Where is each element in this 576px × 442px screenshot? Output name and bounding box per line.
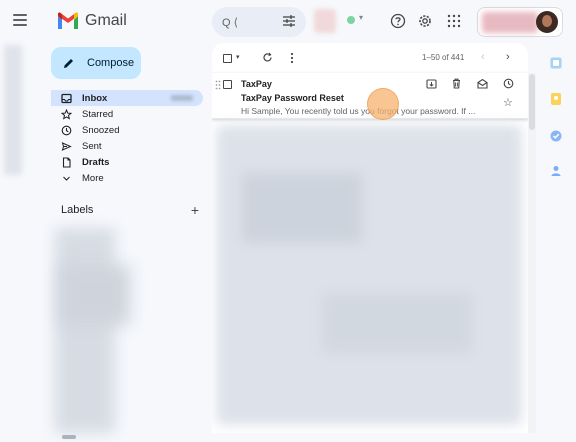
- tasks-icon[interactable]: [549, 129, 563, 143]
- settings-icon[interactable]: [417, 13, 433, 29]
- keep-icon[interactable]: [549, 92, 563, 106]
- draft-icon: [62, 156, 71, 168]
- app-rail: [0, 0, 42, 442]
- account-switcher[interactable]: [477, 7, 563, 37]
- labels-header: Labels +: [61, 203, 199, 217]
- calendar-icon[interactable]: [549, 56, 563, 70]
- sidebar-item-snoozed[interactable]: Snoozed: [51, 122, 203, 138]
- trash-icon[interactable]: [451, 78, 462, 89]
- sidebar-item-starred[interactable]: Starred: [51, 106, 203, 122]
- status-caret-icon[interactable]: ▾: [359, 13, 363, 22]
- prev-page-icon[interactable]: ‹: [481, 51, 485, 63]
- blurred-account-info: [482, 12, 538, 33]
- bottom-indicator: [62, 435, 76, 439]
- sidebar-item-inbox[interactable]: Inbox: [51, 90, 203, 106]
- sidebar-item-label: Starred: [82, 108, 114, 120]
- app-name: Gmail: [85, 12, 127, 29]
- filter-icon[interactable]: [282, 14, 296, 28]
- gmail-logo[interactable]: Gmail: [57, 12, 127, 30]
- sidebar-item-label: Sent: [82, 140, 102, 152]
- send-icon: [61, 141, 72, 151]
- blurred-email-list-3: [322, 293, 472, 353]
- gmail-m-icon: [58, 12, 78, 29]
- search-text: Q ⟨: [222, 16, 238, 29]
- clock-icon: [61, 125, 72, 135]
- add-label-icon[interactable]: +: [191, 203, 199, 217]
- select-all-checkbox[interactable]: [223, 54, 232, 63]
- inbox-icon: [61, 93, 72, 103]
- sidebar-item-label: Inbox: [82, 92, 108, 104]
- more-vert-icon[interactable]: [290, 52, 294, 64]
- click-indicator: [367, 88, 399, 120]
- compose-button[interactable]: Compose: [51, 47, 141, 79]
- rail-blurred-content: [4, 45, 22, 175]
- scrollbar-thumb[interactable]: [529, 74, 535, 130]
- side-panel: [540, 43, 576, 442]
- blurred-email-list: [216, 125, 522, 425]
- pagination-text: 1–50 of 441: [422, 53, 465, 62]
- drag-handle-icon[interactable]: [215, 80, 221, 90]
- sidebar-nav: Inbox Starred Snoozed Sent Drafts More: [51, 90, 203, 186]
- email-checkbox[interactable]: [223, 80, 232, 89]
- next-page-icon[interactable]: ›: [506, 51, 510, 63]
- chevron-down-icon: [63, 176, 70, 181]
- blurred-email-list-2: [242, 173, 362, 243]
- contacts-icon[interactable]: [549, 164, 563, 178]
- sidebar-item-drafts[interactable]: Drafts: [51, 154, 203, 170]
- select-caret-icon[interactable]: ▾: [236, 53, 240, 61]
- sidebar-item-sent[interactable]: Sent: [51, 138, 203, 154]
- inbox-count-badge: [171, 95, 193, 101]
- avatar[interactable]: [536, 11, 558, 33]
- labels-title: Labels: [61, 204, 94, 216]
- snooze-icon[interactable]: [503, 78, 514, 89]
- help-icon[interactable]: [390, 13, 406, 29]
- compose-label: Compose: [87, 57, 135, 69]
- blurred-header-item: [314, 9, 336, 33]
- email-subject: TaxPay Password Reset: [241, 93, 344, 103]
- star-toggle-icon[interactable]: ☆: [503, 96, 513, 109]
- sidebar-item-label: More: [82, 172, 104, 184]
- archive-icon[interactable]: [426, 78, 437, 89]
- star-icon: [61, 108, 72, 120]
- labels-blurred-list: [55, 228, 115, 433]
- pencil-icon: [64, 58, 73, 68]
- sidebar-item-label: Drafts: [82, 156, 110, 168]
- labels-blurred-list-2: [60, 265, 130, 325]
- email-sender: TaxPay: [241, 79, 272, 89]
- menu-icon[interactable]: [13, 14, 27, 26]
- sidebar-item-more[interactable]: More: [51, 170, 203, 186]
- refresh-icon[interactable]: [262, 52, 273, 63]
- mail-toolbar: ▾ 1–50 of 441 ‹ ›: [212, 43, 528, 73]
- apps-icon[interactable]: [446, 13, 462, 29]
- status-dot-icon[interactable]: [347, 16, 355, 24]
- sidebar-item-label: Snoozed: [82, 124, 120, 136]
- mark-read-icon[interactable]: [477, 78, 488, 89]
